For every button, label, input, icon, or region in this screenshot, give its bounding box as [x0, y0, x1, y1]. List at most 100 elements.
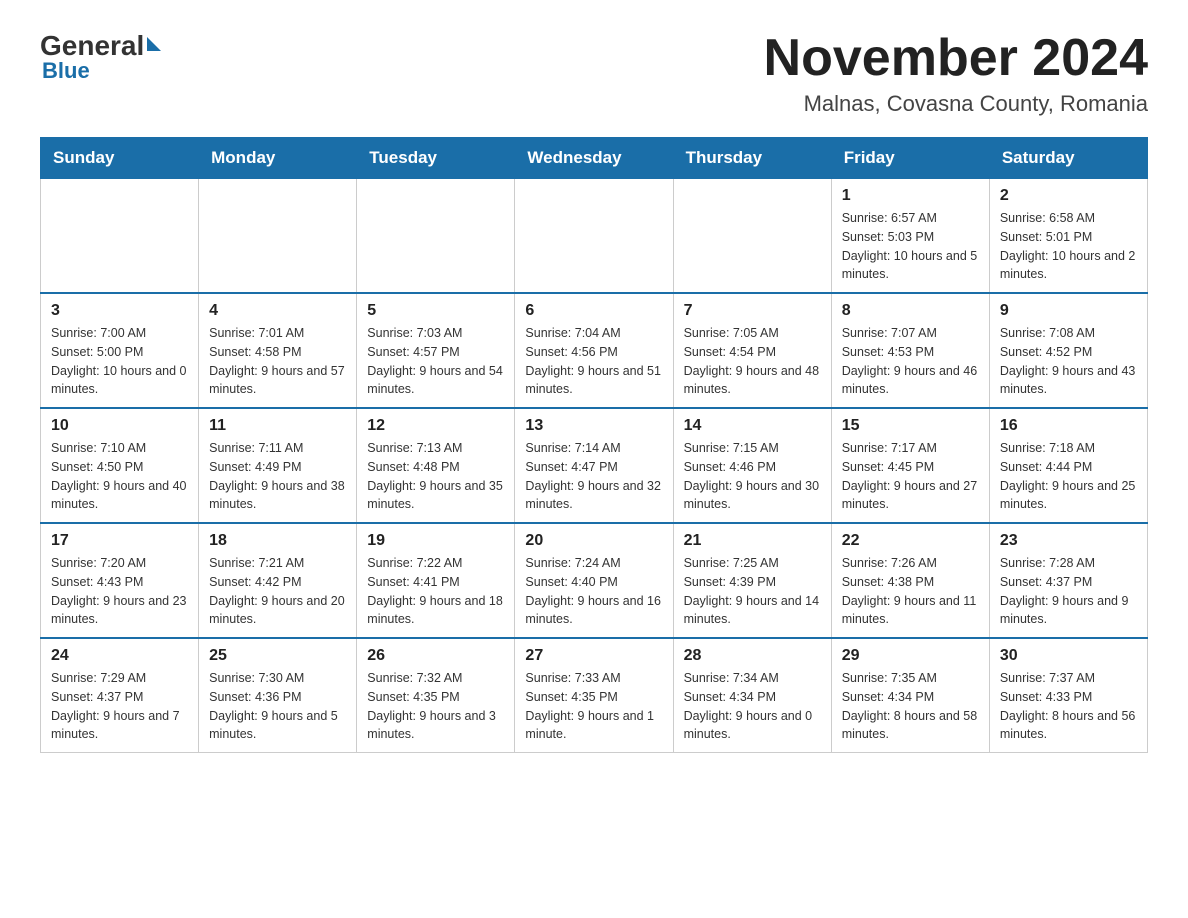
day-info: Sunrise: 7:29 AM Sunset: 4:37 PM Dayligh… — [51, 669, 188, 744]
day-number: 23 — [1000, 532, 1137, 550]
day-number: 7 — [684, 302, 821, 320]
day-info: Sunrise: 7:01 AM Sunset: 4:58 PM Dayligh… — [209, 324, 346, 399]
calendar-cell: 12 Sunrise: 7:13 AM Sunset: 4:48 PM Dayli… — [357, 408, 515, 523]
calendar-cell: 21 Sunrise: 7:25 AM Sunset: 4:39 PM Dayli… — [673, 523, 831, 638]
day-info: Sunrise: 7:28 AM Sunset: 4:37 PM Dayligh… — [1000, 554, 1137, 629]
day-info: Sunrise: 7:26 AM Sunset: 4:38 PM Dayligh… — [842, 554, 979, 629]
day-info: Sunrise: 7:05 AM Sunset: 4:54 PM Dayligh… — [684, 324, 821, 399]
day-number: 27 — [525, 647, 662, 665]
location-title: Malnas, Covasna County, Romania — [764, 91, 1148, 117]
logo: General Blue — [40, 30, 161, 84]
day-info: Sunrise: 7:15 AM Sunset: 4:46 PM Dayligh… — [684, 439, 821, 514]
calendar-cell: 19 Sunrise: 7:22 AM Sunset: 4:41 PM Dayli… — [357, 523, 515, 638]
day-info: Sunrise: 7:20 AM Sunset: 4:43 PM Dayligh… — [51, 554, 188, 629]
day-info: Sunrise: 7:17 AM Sunset: 4:45 PM Dayligh… — [842, 439, 979, 514]
day-info: Sunrise: 7:37 AM Sunset: 4:33 PM Dayligh… — [1000, 669, 1137, 744]
day-number: 18 — [209, 532, 346, 550]
day-info: Sunrise: 7:00 AM Sunset: 5:00 PM Dayligh… — [51, 324, 188, 399]
day-info: Sunrise: 6:57 AM Sunset: 5:03 PM Dayligh… — [842, 209, 979, 284]
calendar-cell: 6 Sunrise: 7:04 AM Sunset: 4:56 PM Daylig… — [515, 293, 673, 408]
day-info: Sunrise: 7:04 AM Sunset: 4:56 PM Dayligh… — [525, 324, 662, 399]
weekday-header-wednesday: Wednesday — [515, 138, 673, 179]
calendar-cell: 4 Sunrise: 7:01 AM Sunset: 4:58 PM Daylig… — [199, 293, 357, 408]
day-info: Sunrise: 7:13 AM Sunset: 4:48 PM Dayligh… — [367, 439, 504, 514]
calendar-week-row: 3 Sunrise: 7:00 AM Sunset: 5:00 PM Daylig… — [41, 293, 1148, 408]
calendar-week-row: 1 Sunrise: 6:57 AM Sunset: 5:03 PM Daylig… — [41, 179, 1148, 294]
day-number: 12 — [367, 417, 504, 435]
calendar-cell: 29 Sunrise: 7:35 AM Sunset: 4:34 PM Dayli… — [831, 638, 989, 753]
day-number: 9 — [1000, 302, 1137, 320]
day-info: Sunrise: 7:33 AM Sunset: 4:35 PM Dayligh… — [525, 669, 662, 744]
calendar-cell: 30 Sunrise: 7:37 AM Sunset: 4:33 PM Dayli… — [989, 638, 1147, 753]
day-number: 30 — [1000, 647, 1137, 665]
calendar-week-row: 17 Sunrise: 7:20 AM Sunset: 4:43 PM Dayli… — [41, 523, 1148, 638]
calendar-cell: 11Sunrise: 7:11 AM Sunset: 4:49 PM Dayli… — [199, 408, 357, 523]
day-number: 15 — [842, 417, 979, 435]
weekday-header-monday: Monday — [199, 138, 357, 179]
day-info: Sunrise: 7:07 AM Sunset: 4:53 PM Dayligh… — [842, 324, 979, 399]
calendar-cell: 27 Sunrise: 7:33 AM Sunset: 4:35 PM Dayli… — [515, 638, 673, 753]
day-number: 10 — [51, 417, 188, 435]
day-number: 6 — [525, 302, 662, 320]
weekday-header-thursday: Thursday — [673, 138, 831, 179]
day-number: 26 — [367, 647, 504, 665]
weekday-header-saturday: Saturday — [989, 138, 1147, 179]
calendar-cell: 26 Sunrise: 7:32 AM Sunset: 4:35 PM Dayli… — [357, 638, 515, 753]
day-info: Sunrise: 7:25 AM Sunset: 4:39 PM Dayligh… — [684, 554, 821, 629]
day-info: Sunrise: 7:08 AM Sunset: 4:52 PM Dayligh… — [1000, 324, 1137, 399]
day-number: 16 — [1000, 417, 1137, 435]
day-info: Sunrise: 7:03 AM Sunset: 4:57 PM Dayligh… — [367, 324, 504, 399]
day-number: 28 — [684, 647, 821, 665]
calendar-cell: 17 Sunrise: 7:20 AM Sunset: 4:43 PM Dayli… — [41, 523, 199, 638]
calendar-cell: 18 Sunrise: 7:21 AM Sunset: 4:42 PM Dayli… — [199, 523, 357, 638]
day-info: Sunrise: 7:32 AM Sunset: 4:35 PM Dayligh… — [367, 669, 504, 744]
weekday-header-friday: Friday — [831, 138, 989, 179]
day-number: 4 — [209, 302, 346, 320]
calendar-cell: 20Sunrise: 7:24 AM Sunset: 4:40 PM Dayli… — [515, 523, 673, 638]
day-number: 2 — [1000, 187, 1137, 205]
day-info: Sunrise: 7:18 AM Sunset: 4:44 PM Dayligh… — [1000, 439, 1137, 514]
day-info: Sunrise: 7:35 AM Sunset: 4:34 PM Dayligh… — [842, 669, 979, 744]
day-info: Sunrise: 7:30 AM Sunset: 4:36 PM Dayligh… — [209, 669, 346, 744]
calendar-cell: 8Sunrise: 7:07 AM Sunset: 4:53 PM Daylig… — [831, 293, 989, 408]
calendar-cell: 10 Sunrise: 7:10 AM Sunset: 4:50 PM Dayli… — [41, 408, 199, 523]
day-info: Sunrise: 7:34 AM Sunset: 4:34 PM Dayligh… — [684, 669, 821, 744]
day-number: 21 — [684, 532, 821, 550]
calendar-cell: 24 Sunrise: 7:29 AM Sunset: 4:37 PM Dayli… — [41, 638, 199, 753]
day-info: Sunrise: 7:11 AM Sunset: 4:49 PM Dayligh… — [209, 439, 346, 514]
calendar-cell: 25 Sunrise: 7:30 AM Sunset: 4:36 PM Dayli… — [199, 638, 357, 753]
calendar-cell — [515, 179, 673, 294]
calendar-week-row: 24 Sunrise: 7:29 AM Sunset: 4:37 PM Dayli… — [41, 638, 1148, 753]
calendar-cell: 7 Sunrise: 7:05 AM Sunset: 4:54 PM Daylig… — [673, 293, 831, 408]
day-number: 17 — [51, 532, 188, 550]
day-info: Sunrise: 7:10 AM Sunset: 4:50 PM Dayligh… — [51, 439, 188, 514]
calendar-cell — [673, 179, 831, 294]
day-number: 13 — [525, 417, 662, 435]
calendar-cell: 1 Sunrise: 6:57 AM Sunset: 5:03 PM Daylig… — [831, 179, 989, 294]
day-number: 3 — [51, 302, 188, 320]
day-info: Sunrise: 7:14 AM Sunset: 4:47 PM Dayligh… — [525, 439, 662, 514]
weekday-header-tuesday: Tuesday — [357, 138, 515, 179]
calendar-cell: 3 Sunrise: 7:00 AM Sunset: 5:00 PM Daylig… — [41, 293, 199, 408]
day-number: 25 — [209, 647, 346, 665]
weekday-header-sunday: Sunday — [41, 138, 199, 179]
day-info: Sunrise: 7:21 AM Sunset: 4:42 PM Dayligh… — [209, 554, 346, 629]
calendar-cell — [357, 179, 515, 294]
calendar-cell: 13 Sunrise: 7:14 AM Sunset: 4:47 PM Dayli… — [515, 408, 673, 523]
day-number: 1 — [842, 187, 979, 205]
calendar-cell: 23 Sunrise: 7:28 AM Sunset: 4:37 PM Dayli… — [989, 523, 1147, 638]
calendar-cell: 9 Sunrise: 7:08 AM Sunset: 4:52 PM Daylig… — [989, 293, 1147, 408]
calendar-header-row: SundayMondayTuesdayWednesdayThursdayFrid… — [41, 138, 1148, 179]
day-number: 22 — [842, 532, 979, 550]
day-number: 24 — [51, 647, 188, 665]
title-block: November 2024 Malnas, Covasna County, Ro… — [764, 30, 1148, 117]
day-number: 5 — [367, 302, 504, 320]
day-number: 29 — [842, 647, 979, 665]
calendar-cell: 5 Sunrise: 7:03 AM Sunset: 4:57 PM Daylig… — [357, 293, 515, 408]
day-number: 14 — [684, 417, 821, 435]
calendar-cell: 15 Sunrise: 7:17 AM Sunset: 4:45 PM Dayli… — [831, 408, 989, 523]
day-info: Sunrise: 7:22 AM Sunset: 4:41 PM Dayligh… — [367, 554, 504, 629]
calendar-cell — [199, 179, 357, 294]
day-number: 19 — [367, 532, 504, 550]
logo-triangle-icon — [147, 37, 161, 51]
